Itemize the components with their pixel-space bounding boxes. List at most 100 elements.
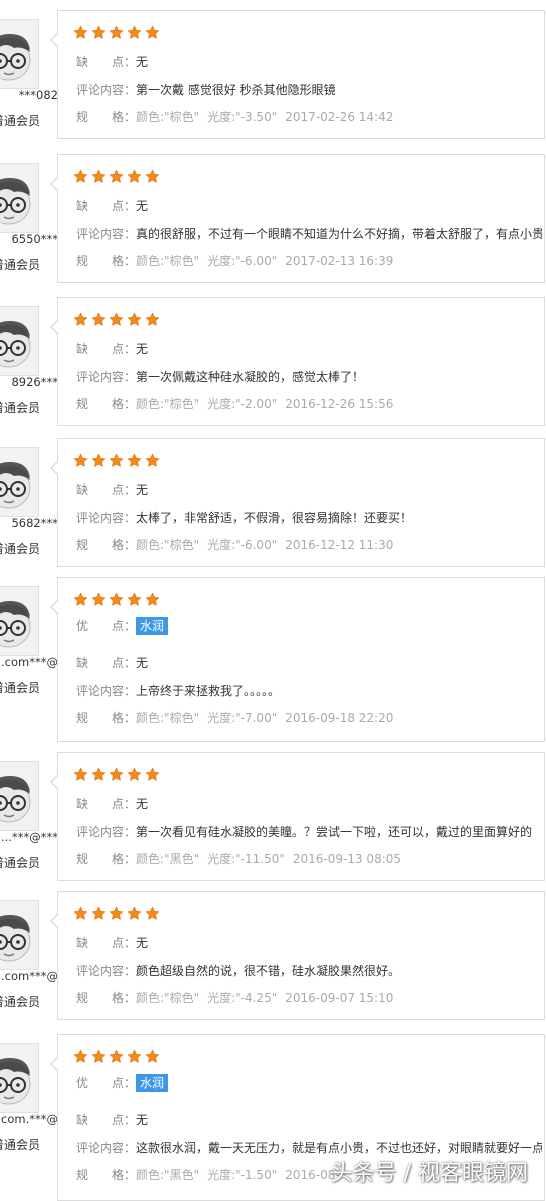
spec-label: 规 格： (76, 991, 137, 1005)
rating-stars (73, 312, 163, 328)
review-comment: 评论内容：真的很舒服，不过有一个眼睛不知道为什么不好摘，带着太舒服了，有点小贵 (76, 225, 542, 242)
star-icon (145, 453, 160, 468)
avatar[interactable] (0, 1043, 39, 1113)
rating-stars (73, 767, 163, 783)
review-comment: 评论内容：太棒了，非常舒适，不假滑，很容易摘除！还要买！ (76, 509, 542, 526)
comment-text: 上帝终于来拯救我了。。。。。 (136, 684, 281, 698)
review-card: 缺 点：无 评论内容：第一次戴 感觉很好 秒杀其他隐形眼镜 规 格：颜色:"棕色… (50, 10, 545, 139)
reviewer-name[interactable]: ***5682 (0, 516, 58, 530)
star-icon (127, 592, 142, 607)
review-time: 2016-12-26 15:56 (285, 397, 394, 411)
reviewer-name[interactable]: ***6550 (0, 232, 58, 246)
spec-label: 规 格： (76, 711, 137, 725)
spec-power: 光度:"-6.00" (207, 254, 278, 268)
avatar[interactable] (0, 306, 39, 376)
avatar[interactable] (0, 163, 39, 233)
rating-stars (73, 1049, 163, 1065)
star-icon (91, 453, 106, 468)
avatar[interactable] (0, 447, 39, 517)
review-pros: 优 点： 水润 (76, 617, 542, 635)
avatar[interactable] (0, 761, 39, 831)
star-icon (145, 592, 160, 607)
review-item: ***5682 普通会员 缺 点：无 评论内容：太棒了，非常舒适，不假滑，很容易… (0, 438, 546, 567)
cons-label: 缺 点： (76, 936, 137, 950)
review-card: 缺 点：无 评论内容：第一次看见有硅水凝胶的美瞳。？尝试一下啦，还可以，戴过的里… (50, 752, 545, 881)
spec-power: 光度:"-11.50" (207, 852, 285, 866)
star-icon (145, 25, 160, 40)
review-comment: 评论内容：第一次佩戴这种硅水凝胶的，感觉太棒了！ (76, 368, 542, 385)
star-icon (127, 312, 142, 327)
spec-label: 规 格： (76, 538, 137, 552)
spec-color: 颜色:"棕色" (136, 110, 200, 124)
review-time: 2017-02-26 14:42 (285, 110, 394, 124)
star-icon (91, 592, 106, 607)
review-pros: 优 点： 水润 (76, 1074, 542, 1092)
comment-label: 评论内容： (76, 964, 137, 978)
comment-text: 颜色超级自然的说，很不错，硅水凝胶果然很好。 (136, 964, 401, 978)
star-icon (91, 25, 106, 40)
review-cons: 缺 点：无 (76, 340, 542, 357)
review-cons: 缺 点：无 (76, 53, 542, 70)
avatar[interactable] (0, 19, 39, 89)
spec-label: 规 格： (76, 1168, 137, 1182)
spec-color: 颜色:"黑色" (136, 852, 200, 866)
member-level: 普通会员 (0, 995, 40, 1009)
cons-label: 缺 点： (76, 656, 137, 670)
cons-label: 缺 点： (76, 1113, 137, 1127)
review-spec: 规 格：颜色:"棕色" 光度:"-4.25" 2016-09-07 15:10 (76, 989, 542, 1006)
review-comment: 评论内容：第一次戴 感觉很好 秒杀其他隐形眼镜 (76, 81, 542, 98)
cons-label: 缺 点： (76, 55, 137, 69)
comment-label: 评论内容： (76, 825, 137, 839)
spec-power: 光度:"-6.00" (207, 538, 278, 552)
avatar[interactable] (0, 586, 39, 656)
rating-stars (73, 25, 163, 41)
rating-stars (73, 169, 163, 185)
review-card: 缺 点：无 评论内容：颜色超级自然的说，很不错，硅水凝胶果然很好。 规 格：颜色… (50, 891, 545, 1020)
review-time: 2016-09-18 22:20 (285, 711, 394, 725)
comment-label: 评论内容： (76, 1141, 137, 1155)
reviewer-name[interactable]: @***l.com (0, 969, 58, 983)
star-icon (109, 312, 124, 327)
spec-power: 光度:"-2.00" (207, 397, 278, 411)
star-icon (109, 169, 124, 184)
member-level: 普通会员 (0, 258, 40, 272)
pros-tag: 水润 (136, 1074, 169, 1092)
review-cons: 缺 点：无 (76, 795, 542, 812)
star-icon (73, 906, 88, 921)
review-comment: 评论内容：上帝终于来拯救我了。。。。。 (76, 682, 542, 699)
review-spec: 规 格：颜色:"黑色" 光度:"-11.50" 2016-09-13 08:05 (76, 850, 542, 867)
reviewer-name[interactable]: 082*** (0, 88, 58, 102)
star-icon (127, 1049, 142, 1064)
watermark: 头条号 / 视客眼镜网 (330, 1161, 528, 1186)
cons-label: 缺 点： (76, 797, 137, 811)
star-icon (109, 453, 124, 468)
reviewer-name[interactable]: ***8926 (0, 375, 58, 389)
comment-label: 评论内容： (76, 83, 137, 97)
star-icon (145, 169, 160, 184)
member-level: 普通会员 (0, 856, 40, 870)
spec-power: 光度:"-4.25" (207, 991, 278, 1005)
review-comment: 评论内容：颜色超级自然的说，很不错，硅水凝胶果然很好。 (76, 962, 542, 979)
comment-label: 评论内容： (76, 227, 137, 241)
comment-text: 第一次看见有硅水凝胶的美瞳。？尝试一下啦，还可以，戴过的里面算好的 (136, 825, 533, 839)
rating-stars (73, 453, 163, 469)
comment-text: 这款很水润，戴一天无压力，就是有点小贵，不过也还好，对眼睛就要好一点 (136, 1141, 542, 1155)
avatar[interactable] (0, 900, 39, 970)
comment-label: 评论内容： (76, 511, 137, 525)
reviewer-name[interactable]: ***@***... (0, 830, 58, 844)
reviewer-name[interactable]: @***l.com (0, 655, 58, 669)
star-icon (145, 1049, 160, 1064)
cons-value: 无 (136, 199, 149, 213)
star-icon (73, 767, 88, 782)
spec-power: 光度:"-1.50" (207, 1168, 278, 1182)
review-time: 2016-09-07 15:10 (285, 991, 394, 1005)
spec-label: 规 格： (76, 397, 137, 411)
review-item: ***@***... 普通会员 缺 点：无 评论内容：第一次看见有硅水凝胶的美瞳… (0, 752, 546, 881)
review-item: @***l.com 普通会员 缺 点：无 评论内容：颜色超级自然的说，很不错，硅… (0, 891, 546, 1020)
star-icon (109, 1049, 124, 1064)
spec-label: 规 格： (76, 852, 137, 866)
spec-power: 光度:"-3.50" (207, 110, 278, 124)
cons-value: 无 (136, 483, 149, 497)
reviewer-name[interactable]: @***.com (0, 1112, 58, 1126)
star-icon (91, 312, 106, 327)
